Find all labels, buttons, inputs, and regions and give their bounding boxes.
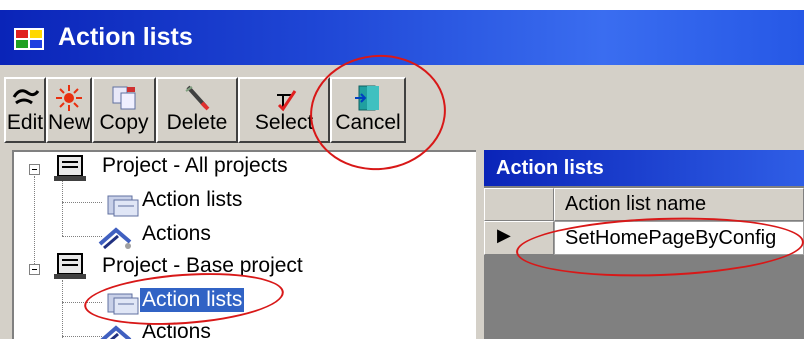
row-indicator[interactable]: ▶ <box>484 221 554 255</box>
project-tree[interactable]: Project - All projects Action lists Acti… <box>12 150 476 339</box>
project-icon <box>54 253 86 279</box>
delete-icon <box>185 85 210 111</box>
copy-button[interactable]: Copy <box>92 77 156 143</box>
exit-icon <box>355 85 379 111</box>
grid-caption: Action lists <box>484 150 804 186</box>
copy-button-label: Copy <box>99 111 149 134</box>
tree-node-actions-all[interactable]: Actions <box>142 222 211 246</box>
app-icon <box>14 28 44 50</box>
action-list-icon <box>107 195 139 217</box>
select-icon <box>277 90 297 112</box>
column-header-label: Action list name <box>565 193 707 215</box>
actions-icon <box>98 227 132 250</box>
edit-button-label: Edit <box>6 111 44 134</box>
edit-button[interactable]: Edit <box>4 77 46 143</box>
cell-action-list-name: SetHomePageByConfig <box>565 227 777 249</box>
new-button[interactable]: New <box>46 77 92 143</box>
tree-node-actions-base[interactable]: Actions <box>142 320 211 339</box>
title-bar[interactable]: Action lists <box>0 10 804 65</box>
window-title: Action lists <box>58 23 193 51</box>
grid-title: Action lists <box>496 157 604 179</box>
current-row-arrow-icon: ▶ <box>497 225 511 245</box>
delete-button-label: Delete <box>166 111 228 134</box>
action-lists-grid: Action lists Action list name ▶ SetHomeP… <box>484 150 804 339</box>
tree-node-action-lists-base[interactable]: Action lists <box>140 288 245 312</box>
action-list-icon <box>107 293 139 315</box>
column-header-action-list-name[interactable]: Action list name <box>554 188 804 221</box>
collapse-toggle[interactable] <box>29 264 40 275</box>
grid-corner <box>484 188 554 221</box>
select-button-label: Select <box>254 111 314 134</box>
edit-icon <box>12 89 40 105</box>
toolbar: Edit New Copy Delete Select Cancel <box>4 77 406 143</box>
action-lists-window: Action lists Edit New Copy Delete Select… <box>0 0 804 339</box>
collapse-toggle[interactable] <box>29 164 40 175</box>
tree-node-project-base[interactable]: Project - Base project <box>102 254 303 278</box>
table-row[interactable]: SetHomePageByConfig <box>554 221 804 255</box>
cancel-button[interactable]: Cancel <box>330 77 406 143</box>
actions-icon <box>100 325 132 339</box>
select-button[interactable]: Select <box>238 77 330 143</box>
new-button-label: New <box>48 111 91 134</box>
cancel-button-label: Cancel <box>335 111 401 134</box>
project-icon <box>54 155 86 181</box>
delete-button[interactable]: Delete <box>156 77 238 143</box>
new-icon <box>56 85 82 111</box>
tree-node-project-all[interactable]: Project - All projects <box>102 154 288 178</box>
copy-icon <box>112 86 136 110</box>
tree-node-action-lists-all[interactable]: Action lists <box>142 188 242 212</box>
